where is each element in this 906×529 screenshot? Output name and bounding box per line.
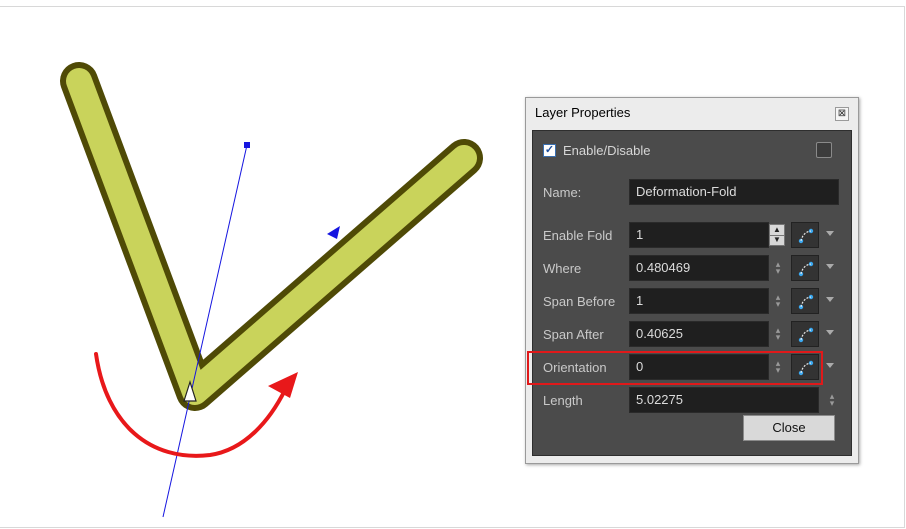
rotation-arrow-head [268, 372, 298, 398]
span-after-function-button[interactable] [791, 321, 819, 347]
enable-checkbox[interactable]: ✓ [543, 144, 556, 157]
enable-fold-label: Enable Fold [543, 228, 613, 243]
spinner-arrows-icon[interactable]: ▴ ▾ [773, 260, 783, 276]
layer-toggle-checkbox[interactable] [816, 142, 832, 158]
enable-fold-spinner[interactable]: ▲ ▼ [769, 224, 785, 246]
function-curve-icon [798, 327, 814, 343]
span-after-row: Span After 0.40625 ▴ ▾ [533, 321, 851, 347]
spinner-arrows-icon[interactable]: ▴ ▾ [773, 293, 783, 309]
spinner-arrows-icon[interactable]: ▴ ▾ [827, 392, 837, 408]
name-input[interactable]: Deformation-Fold [629, 179, 839, 205]
where-row: Where 0.480469 ▴ ▾ [533, 255, 851, 281]
properties-panel: ✓ Enable/Disable Name: Deformation-Fold … [532, 130, 852, 456]
length-input[interactable]: 5.02275 [629, 387, 819, 413]
function-curve-icon [798, 294, 814, 310]
span-before-function-button[interactable] [791, 288, 819, 314]
enable-fold-row: Enable Fold 1 ▲ ▼ [533, 222, 851, 248]
function-curve-icon [798, 261, 814, 277]
length-label: Length [543, 393, 583, 408]
deformer-handle-top[interactable] [244, 142, 250, 148]
where-function-button[interactable] [791, 255, 819, 281]
length-row: Length 5.02275 ▴ ▾ [533, 387, 851, 413]
chevron-down-icon[interactable] [826, 297, 834, 302]
orientation-highlight-box [527, 351, 823, 385]
where-input[interactable]: 0.480469 [629, 255, 769, 281]
enable-fold-input[interactable]: 1 [629, 222, 769, 248]
name-label: Name: [543, 185, 582, 200]
span-after-label: Span After [543, 327, 604, 342]
chevron-down-icon[interactable] [826, 330, 834, 335]
name-row: Name: Deformation-Fold [533, 179, 851, 205]
layer-properties-dialog: Layer Properties ⊠ ✓ Enable/Disable Name… [525, 97, 859, 464]
chevron-down-icon[interactable] [826, 363, 834, 368]
enable-fold-function-button[interactable] [791, 222, 819, 248]
spinner-arrows-icon[interactable]: ▴ ▾ [773, 326, 783, 342]
dialog-title: Layer Properties [535, 105, 631, 120]
span-before-row: Span Before 1 ▴ ▾ [533, 288, 851, 314]
span-before-label: Span Before [543, 294, 616, 309]
span-after-input[interactable]: 0.40625 [629, 321, 769, 347]
function-curve-icon [798, 228, 814, 244]
close-button[interactable]: Close [743, 415, 835, 441]
close-icon[interactable]: ⊠ [835, 107, 849, 121]
spinner-down-icon[interactable]: ▼ [770, 235, 784, 245]
span-before-input[interactable]: 1 [629, 288, 769, 314]
chevron-down-icon[interactable] [826, 264, 834, 269]
chevron-down-icon[interactable] [826, 231, 834, 236]
deformer-direction-arrow[interactable] [327, 226, 340, 239]
enable-label: Enable/Disable [563, 143, 651, 158]
where-label: Where [543, 261, 582, 276]
